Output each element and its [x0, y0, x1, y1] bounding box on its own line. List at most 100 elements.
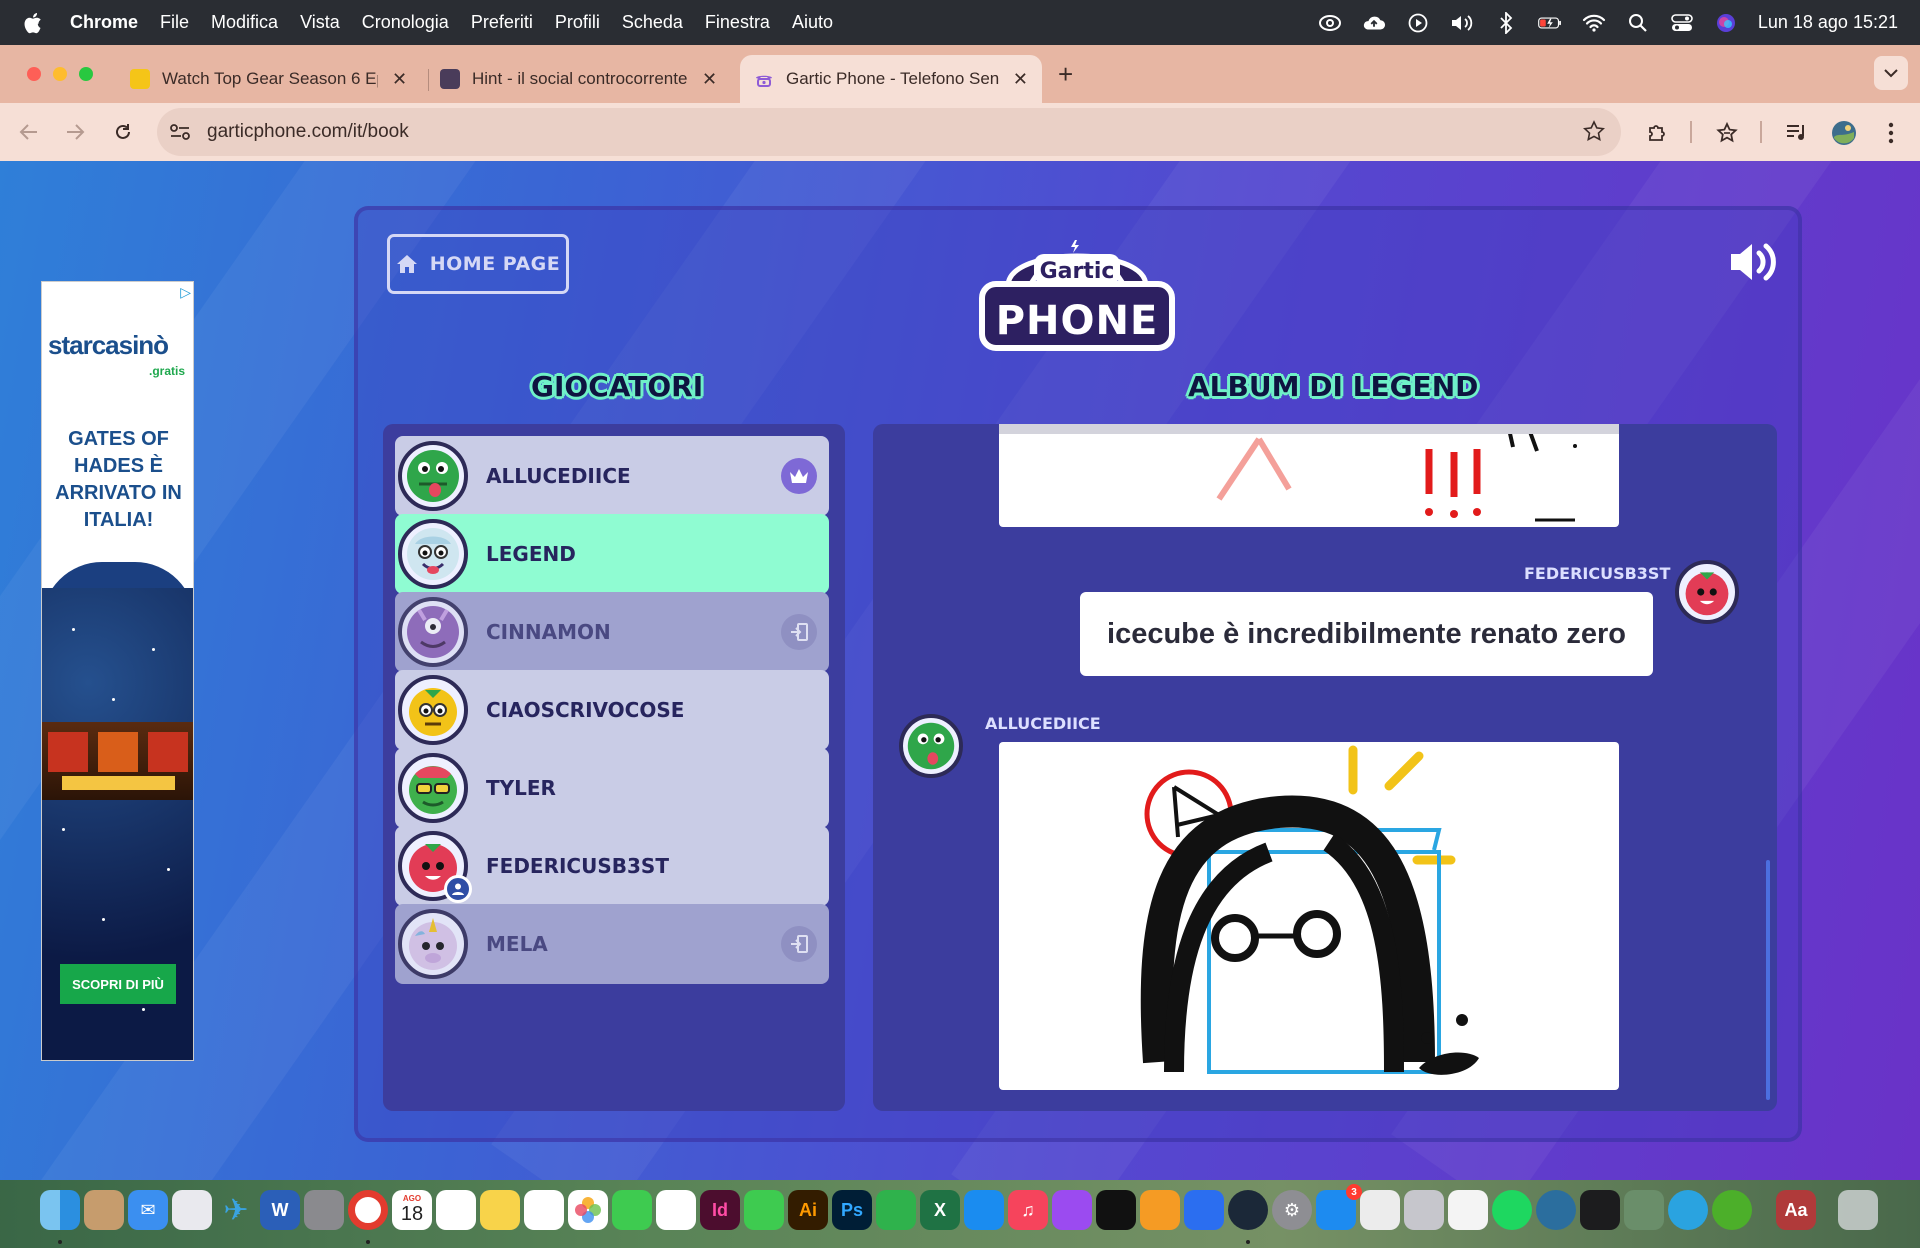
word-icon[interactable]: W [260, 1190, 300, 1230]
menu-profili[interactable]: Profili [555, 12, 600, 33]
minimize-window-button[interactable] [53, 67, 67, 81]
screens-icon[interactable] [1184, 1190, 1224, 1230]
tab-search-button[interactable] [1874, 56, 1908, 90]
extensions-icon[interactable] [1644, 120, 1670, 146]
menu-file[interactable]: File [160, 12, 189, 33]
calculator-icon[interactable] [304, 1190, 344, 1230]
photoshop-icon[interactable]: Ps [832, 1190, 872, 1230]
reload-button[interactable] [110, 119, 136, 145]
numbers-icon[interactable] [876, 1190, 916, 1230]
keynote-icon[interactable] [964, 1190, 1004, 1230]
quicktime-icon[interactable] [1536, 1190, 1576, 1230]
activity-monitor-icon[interactable] [1580, 1190, 1620, 1230]
close-window-button[interactable] [27, 67, 41, 81]
bookmark-star-icon[interactable] [1583, 120, 1605, 147]
site-info-icon[interactable] [167, 119, 193, 145]
close-tab-icon[interactable]: ✕ [702, 69, 717, 90]
spotlight-search-icon[interactable] [1626, 11, 1650, 35]
app-store-icon[interactable]: 3 [1316, 1184, 1362, 1230]
new-tab-button[interactable]: + [1058, 59, 1073, 90]
calendar-icon[interactable]: AGO 18 [392, 1190, 432, 1230]
volume-icon[interactable] [1450, 11, 1474, 35]
messages-icon[interactable] [612, 1190, 652, 1230]
menu-app-name[interactable]: Chrome [70, 12, 138, 33]
wifi-icon[interactable] [1582, 11, 1606, 35]
menu-cronologia[interactable]: Cronologia [362, 12, 449, 33]
profile-avatar[interactable] [1831, 120, 1857, 146]
finder-icon[interactable] [40, 1190, 80, 1230]
spotify-icon[interactable] [1492, 1190, 1532, 1230]
control-center-icon[interactable] [1670, 11, 1694, 35]
chrome-icon[interactable] [348, 1190, 388, 1230]
album-scrollbar[interactable] [1766, 860, 1770, 1100]
adchoices-icon[interactable]: ▷ [180, 284, 191, 301]
utorrent-icon[interactable] [1712, 1190, 1752, 1230]
player-row[interactable]: TYLER [395, 748, 829, 828]
play-circle-icon[interactable] [1406, 11, 1430, 35]
more-menu-icon[interactable] [1878, 120, 1904, 146]
zoom-window-button[interactable] [79, 67, 93, 81]
tab-hint[interactable]: Hint - il social controcorrente ✕ [426, 55, 731, 103]
player-row-me[interactable]: LEGEND [395, 514, 829, 594]
podcasts-icon[interactable] [1052, 1190, 1092, 1230]
bookmarks-icon[interactable] [1714, 120, 1740, 146]
indesign-icon[interactable]: Id [700, 1190, 740, 1230]
siri-icon[interactable] [1714, 11, 1738, 35]
steam-icon[interactable] [1228, 1190, 1268, 1230]
player-row[interactable]: ALLUCEDIICE [395, 436, 829, 516]
battery-icon[interactable] [1538, 11, 1562, 35]
menu-preferiti[interactable]: Preferiti [471, 12, 533, 33]
system-settings-icon[interactable]: ⚙ [1272, 1190, 1312, 1230]
forward-button[interactable] [62, 119, 88, 145]
illustrator-icon[interactable]: Ai [788, 1190, 828, 1230]
address-bar[interactable]: garticphone.com/it/book [157, 108, 1621, 156]
close-tab-icon[interactable]: ✕ [392, 69, 407, 90]
menu-finestra[interactable]: Finestra [705, 12, 770, 33]
player-row[interactable]: CINNAMON [395, 592, 829, 672]
menu-aiuto[interactable]: Aiuto [792, 12, 833, 33]
reminders-icon[interactable] [436, 1190, 476, 1230]
contacts-icon[interactable] [84, 1190, 124, 1230]
telegram-icon[interactable] [1668, 1190, 1708, 1230]
textedit-icon[interactable] [1448, 1190, 1488, 1230]
menu-modifica[interactable]: Modifica [211, 12, 278, 33]
music-icon[interactable]: ♫ [1008, 1190, 1048, 1230]
notes-icon[interactable] [480, 1190, 520, 1230]
menu-scheda[interactable]: Scheda [622, 12, 683, 33]
ad-banner[interactable]: ▷ starcasinò .gratis GATES OF HADES È AR… [41, 281, 194, 1061]
photos-icon[interactable] [568, 1190, 608, 1230]
mail-icon[interactable]: ✉ [128, 1190, 168, 1230]
player-row[interactable]: MELA [395, 904, 829, 984]
player-row[interactable]: CIAOSCRIVOCOSE [395, 670, 829, 750]
tab-gartic-phone[interactable]: Gartic Phone - Telefono Senz ✕ [740, 55, 1042, 103]
bluetooth-icon[interactable] [1494, 11, 1518, 35]
gartic-phone-logo[interactable]: Gartic PHONE [978, 236, 1176, 354]
dictionary-icon[interactable]: Aa [1776, 1190, 1816, 1230]
maps-icon[interactable] [656, 1190, 696, 1230]
ad-cta-button[interactable]: SCOPRI DI PIÙ [60, 964, 176, 1004]
books-icon[interactable] [1140, 1190, 1180, 1230]
preview-icon[interactable] [1404, 1190, 1444, 1230]
clock[interactable]: Lun 18 ago 15:21 [1758, 12, 1898, 33]
close-tab-icon[interactable]: ✕ [1013, 69, 1028, 90]
preview-screenshot-icon[interactable] [1624, 1190, 1664, 1230]
excel-icon[interactable]: X [920, 1190, 960, 1230]
sound-toggle-button[interactable] [1728, 240, 1780, 284]
automator-icon[interactable] [1360, 1190, 1400, 1230]
swift-icon[interactable]: ✈ [216, 1190, 256, 1230]
apple-tv-icon[interactable] [1096, 1190, 1136, 1230]
freeform-icon[interactable] [524, 1190, 564, 1230]
cloud-upload-icon[interactable] [1362, 11, 1386, 35]
url-text[interactable]: garticphone.com/it/book [207, 121, 409, 143]
menu-vista[interactable]: Vista [300, 12, 340, 33]
back-button[interactable] [16, 119, 42, 145]
facetime-icon[interactable] [744, 1190, 784, 1230]
launchpad-icon[interactable] [172, 1190, 212, 1230]
album-view[interactable]: FEDERICUSB3ST icecube è incredibilmente … [873, 424, 1777, 1111]
creative-cloud-icon[interactable] [1318, 11, 1342, 35]
trash-icon[interactable] [1838, 1190, 1878, 1230]
home-page-button[interactable]: HOME PAGE [387, 234, 569, 294]
tab-top-gear[interactable]: Watch Top Gear Season 6 Epi ✕ [116, 55, 421, 103]
apple-icon[interactable] [22, 11, 48, 35]
media-controls-icon[interactable] [1784, 120, 1810, 146]
